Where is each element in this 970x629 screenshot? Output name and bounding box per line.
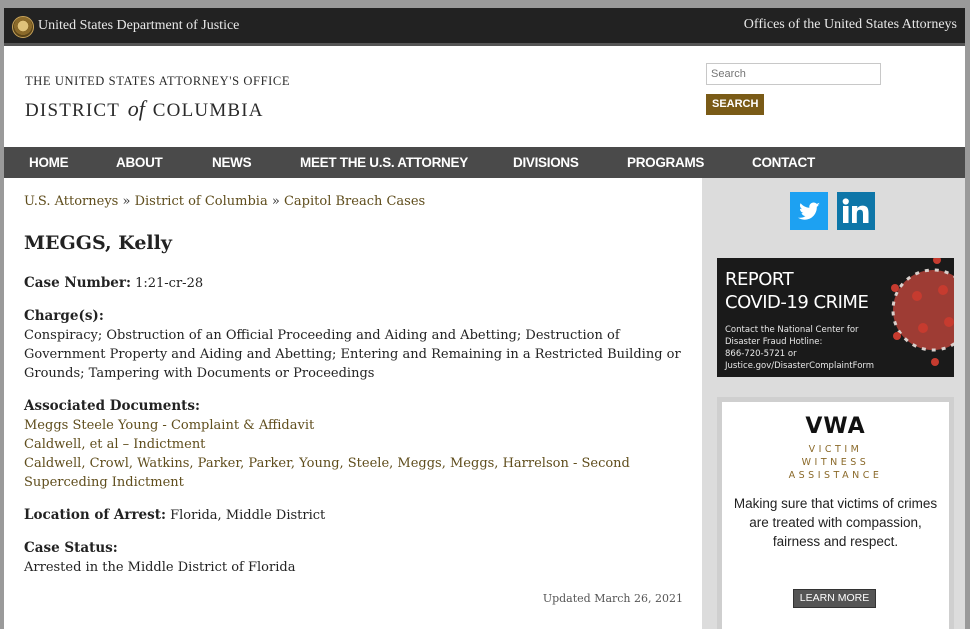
district-title: DISTRICT of COLUMBIA: [25, 96, 264, 122]
search-button[interactable]: SEARCH: [706, 94, 765, 115]
location-value: Florida, Middle District: [170, 508, 326, 523]
learn-more-button[interactable]: LEARN MORE: [793, 589, 876, 608]
breadcrumb-us-attorneys[interactable]: U.S. Attorneys: [24, 194, 118, 209]
search-input[interactable]: [706, 63, 881, 85]
status-section: Case Status: Arrested in the Middle Dist…: [24, 539, 684, 577]
covid-title: REPORT COVID-19 CRIME: [725, 268, 869, 314]
covid-title-line: COVID-19 CRIME: [725, 292, 869, 313]
vwa-acronym: VWA: [805, 414, 866, 439]
nav-meet-attorney[interactable]: MEET THE U.S. ATTORNEY: [300, 147, 468, 178]
covid-crime-banner[interactable]: REPORT COVID-19 CRIME Contact the Nation…: [717, 258, 954, 377]
charges-label: Charge(s):: [24, 308, 104, 324]
breadcrumb: U.S. Attorneys » District of Columbia » …: [24, 194, 425, 209]
breadcrumb-separator: »: [271, 194, 280, 209]
covid-text-line: Contact the National Center for: [725, 325, 859, 335]
usao-link[interactable]: Offices of the United States Attorneys: [744, 17, 957, 33]
covid-hotline-text: Contact the National Center for Disaster…: [725, 324, 874, 372]
vwa-witness: WITNESS: [801, 457, 870, 468]
charges-section: Charge(s): Conspiracy; Obstruction of an…: [24, 307, 684, 383]
breadcrumb-separator: »: [122, 194, 131, 209]
location-section: Location of Arrest: Florida, Middle Dist…: [24, 506, 684, 525]
covid-text-line: Disaster Fraud Hotline:: [725, 337, 823, 347]
covid-text-line: Justice.gov/DisasterComplaintForm: [725, 361, 875, 371]
covid-text-line: 866-720-5721 or: [725, 349, 797, 359]
twitter-icon[interactable]: [790, 192, 828, 230]
breadcrumb-capitol-breach[interactable]: Capitol Breach Cases: [284, 194, 425, 209]
document-link[interactable]: Meggs Steele Young - Complaint & Affidav…: [24, 416, 684, 435]
vwa-victim: VICTIM: [808, 444, 863, 455]
main-nav: HOME ABOUT NEWS MEET THE U.S. ATTORNEY D…: [4, 147, 965, 178]
status-label: Case Status:: [24, 540, 118, 556]
vwa-description: Making sure that victims of crimes are t…: [733, 496, 938, 549]
nav-divisions[interactable]: DIVISIONS: [513, 147, 579, 178]
covid-title-line: REPORT: [725, 269, 794, 290]
office-title: THE UNITED STATES ATTORNEY'S OFFICE: [25, 74, 291, 88]
district-of: of: [127, 96, 145, 121]
nav-programs[interactable]: PROGRAMS: [627, 147, 704, 178]
linkedin-icon[interactable]: [837, 192, 875, 230]
charges-value: Conspiracy; Obstruction of an Official P…: [24, 328, 681, 381]
page-frame: United States Department of Justice Offi…: [4, 8, 965, 629]
document-link[interactable]: Caldwell, Crowl, Watkins, Parker, Parker…: [24, 454, 684, 492]
updated-date: Updated March 26, 2021: [542, 592, 683, 605]
district-right: COLUMBIA: [152, 100, 264, 121]
vwa-assistance: ASSISTANCE: [788, 470, 883, 481]
sidebar: REPORT COVID-19 CRIME Contact the Nation…: [702, 178, 965, 629]
documents-section: Associated Documents: Meggs Steele Young…: [24, 397, 684, 492]
top-bar: United States Department of Justice Offi…: [4, 8, 965, 46]
location-label: Location of Arrest:: [24, 507, 166, 523]
nav-news[interactable]: NEWS: [212, 147, 252, 178]
district-left: DISTRICT: [25, 100, 120, 121]
doj-seal-icon[interactable]: [12, 16, 34, 38]
breadcrumb-district-columbia[interactable]: District of Columbia: [135, 194, 268, 209]
documents-label: Associated Documents:: [24, 398, 200, 414]
virus-icon: [891, 258, 954, 366]
status-value: Arrested in the Middle District of Flori…: [24, 560, 296, 575]
vwa-panel: VWA VICTIM WITNESS ASSISTANCE Making sur…: [717, 397, 954, 629]
document-link[interactable]: Caldwell, et al – Indictment: [24, 435, 684, 454]
nav-contact[interactable]: CONTACT: [752, 147, 815, 178]
case-number: Case Number: 1:21-cr-28: [24, 274, 684, 293]
case-number-label: Case Number:: [24, 275, 131, 291]
page-title: MEGGS, Kelly: [24, 232, 172, 254]
case-number-value: 1:21-cr-28: [135, 276, 204, 291]
doj-link[interactable]: United States Department of Justice: [38, 18, 239, 34]
nav-home[interactable]: HOME: [29, 147, 69, 178]
nav-about[interactable]: ABOUT: [116, 147, 163, 178]
